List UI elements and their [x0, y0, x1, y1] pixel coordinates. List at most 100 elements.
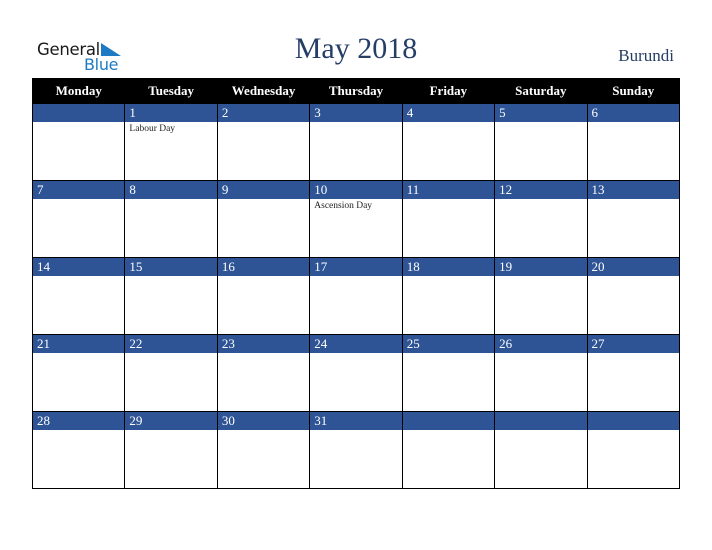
day-cell[interactable]: 23 — [216, 334, 311, 412]
day-cell[interactable]: 10 Ascension Day — [309, 180, 403, 258]
day-number: 13 — [587, 181, 679, 199]
day-number — [33, 104, 125, 122]
day-cell[interactable]: 19 — [494, 257, 588, 335]
day-cell[interactable]: 14 — [31, 257, 126, 335]
day-number: 14 — [33, 258, 125, 276]
day-cell[interactable]: 31 — [309, 411, 403, 489]
weekday-header: Saturday — [494, 78, 588, 104]
day-cell[interactable]: 6 — [586, 103, 681, 181]
day-number: 3 — [310, 104, 402, 122]
day-cell[interactable]: 20 — [586, 257, 681, 335]
day-cell[interactable]: 24 — [309, 334, 403, 412]
holiday-label — [588, 276, 679, 278]
day-number: 31 — [310, 412, 402, 430]
day-cell[interactable]: 4 — [401, 103, 496, 181]
holiday-label — [403, 122, 494, 124]
day-number: 9 — [217, 181, 310, 199]
day-number: 12 — [495, 181, 587, 199]
day-cell[interactable]: 2 — [216, 103, 311, 181]
day-number: 23 — [217, 335, 310, 353]
day-cell[interactable]: 5 — [494, 103, 588, 181]
weekday-header: Friday — [401, 78, 496, 104]
holiday-label — [310, 276, 401, 278]
day-cell[interactable]: 3 — [309, 103, 403, 181]
day-cell[interactable] — [586, 411, 681, 489]
day-number: 17 — [310, 258, 402, 276]
holiday-label — [218, 199, 309, 201]
day-cell[interactable]: 15 — [124, 257, 218, 335]
week-row: 21 22 23 24 25 26 27 — [31, 334, 681, 412]
day-number: 15 — [125, 258, 217, 276]
holiday-label: Ascension Day — [314, 201, 373, 211]
day-number: 30 — [217, 412, 310, 430]
holiday-label — [310, 122, 401, 124]
day-number: 16 — [217, 258, 310, 276]
week-row: 1 Labour Day 2 3 4 5 6 — [31, 103, 681, 181]
day-cell[interactable]: 22 — [124, 334, 218, 412]
holiday-label — [403, 276, 494, 278]
day-cell[interactable]: 16 — [216, 257, 311, 335]
day-cell[interactable]: 21 — [31, 334, 126, 412]
holiday-label — [588, 122, 679, 124]
day-number — [495, 412, 587, 430]
holiday-label — [495, 199, 586, 201]
day-cell[interactable]: 29 — [124, 411, 218, 489]
week-row: 7 8 9 10 Ascension Day 11 12 13 — [31, 180, 681, 258]
holiday-label — [495, 122, 586, 124]
day-cell[interactable]: 17 — [309, 257, 403, 335]
holiday-label — [310, 353, 401, 355]
day-cell[interactable]: 28 — [31, 411, 126, 489]
day-number: 5 — [495, 104, 587, 122]
day-number: 28 — [33, 412, 125, 430]
holiday-label — [125, 276, 216, 278]
day-number: 11 — [402, 181, 495, 199]
week-row: 14 15 16 17 18 19 20 — [31, 257, 681, 335]
day-number: 29 — [125, 412, 217, 430]
holiday-label — [403, 430, 494, 432]
weekday-header: Wednesday — [216, 78, 311, 104]
day-cell[interactable] — [31, 103, 126, 181]
weekday-header: Sunday — [586, 78, 681, 104]
day-number: 25 — [402, 335, 495, 353]
day-cell[interactable]: 11 — [401, 180, 496, 258]
day-number: 24 — [310, 335, 402, 353]
weekday-header-row: Monday Tuesday Wednesday Thursday Friday… — [31, 78, 681, 104]
day-number: 18 — [402, 258, 495, 276]
day-number: 21 — [33, 335, 125, 353]
holiday-label — [495, 430, 586, 432]
holiday-label — [218, 430, 309, 432]
holiday-label — [125, 199, 216, 201]
day-number: 27 — [587, 335, 679, 353]
holiday-label — [33, 276, 124, 278]
day-cell[interactable] — [401, 411, 496, 489]
day-cell[interactable]: 26 — [494, 334, 588, 412]
day-cell[interactable]: 9 — [216, 180, 311, 258]
day-cell[interactable]: 18 — [401, 257, 496, 335]
day-number: 6 — [587, 104, 679, 122]
holiday-label — [33, 430, 124, 432]
day-number: 20 — [587, 258, 679, 276]
day-cell[interactable]: 12 — [494, 180, 588, 258]
day-cell[interactable]: 25 — [401, 334, 496, 412]
day-cell[interactable]: 8 — [124, 180, 218, 258]
holiday-label — [218, 122, 309, 124]
day-number: 8 — [125, 181, 217, 199]
day-cell[interactable]: 30 — [216, 411, 311, 489]
day-number: 10 — [310, 181, 402, 199]
day-cell[interactable] — [494, 411, 588, 489]
day-cell[interactable]: 7 — [31, 180, 126, 258]
day-cell[interactable]: 13 — [586, 180, 681, 258]
day-cell[interactable]: 1 Labour Day — [124, 103, 218, 181]
holiday-label — [125, 353, 216, 355]
weekday-header: Tuesday — [124, 78, 218, 104]
holiday-label — [403, 353, 494, 355]
calendar-grid: Monday Tuesday Wednesday Thursday Friday… — [31, 78, 681, 489]
holiday-label — [403, 199, 494, 201]
day-number — [402, 412, 495, 430]
day-number: 22 — [125, 335, 217, 353]
day-number: 1 — [125, 104, 217, 122]
day-cell[interactable]: 27 — [586, 334, 681, 412]
holiday-label — [495, 276, 586, 278]
day-number: 26 — [495, 335, 587, 353]
week-row: 28 29 30 31 — [31, 411, 681, 489]
